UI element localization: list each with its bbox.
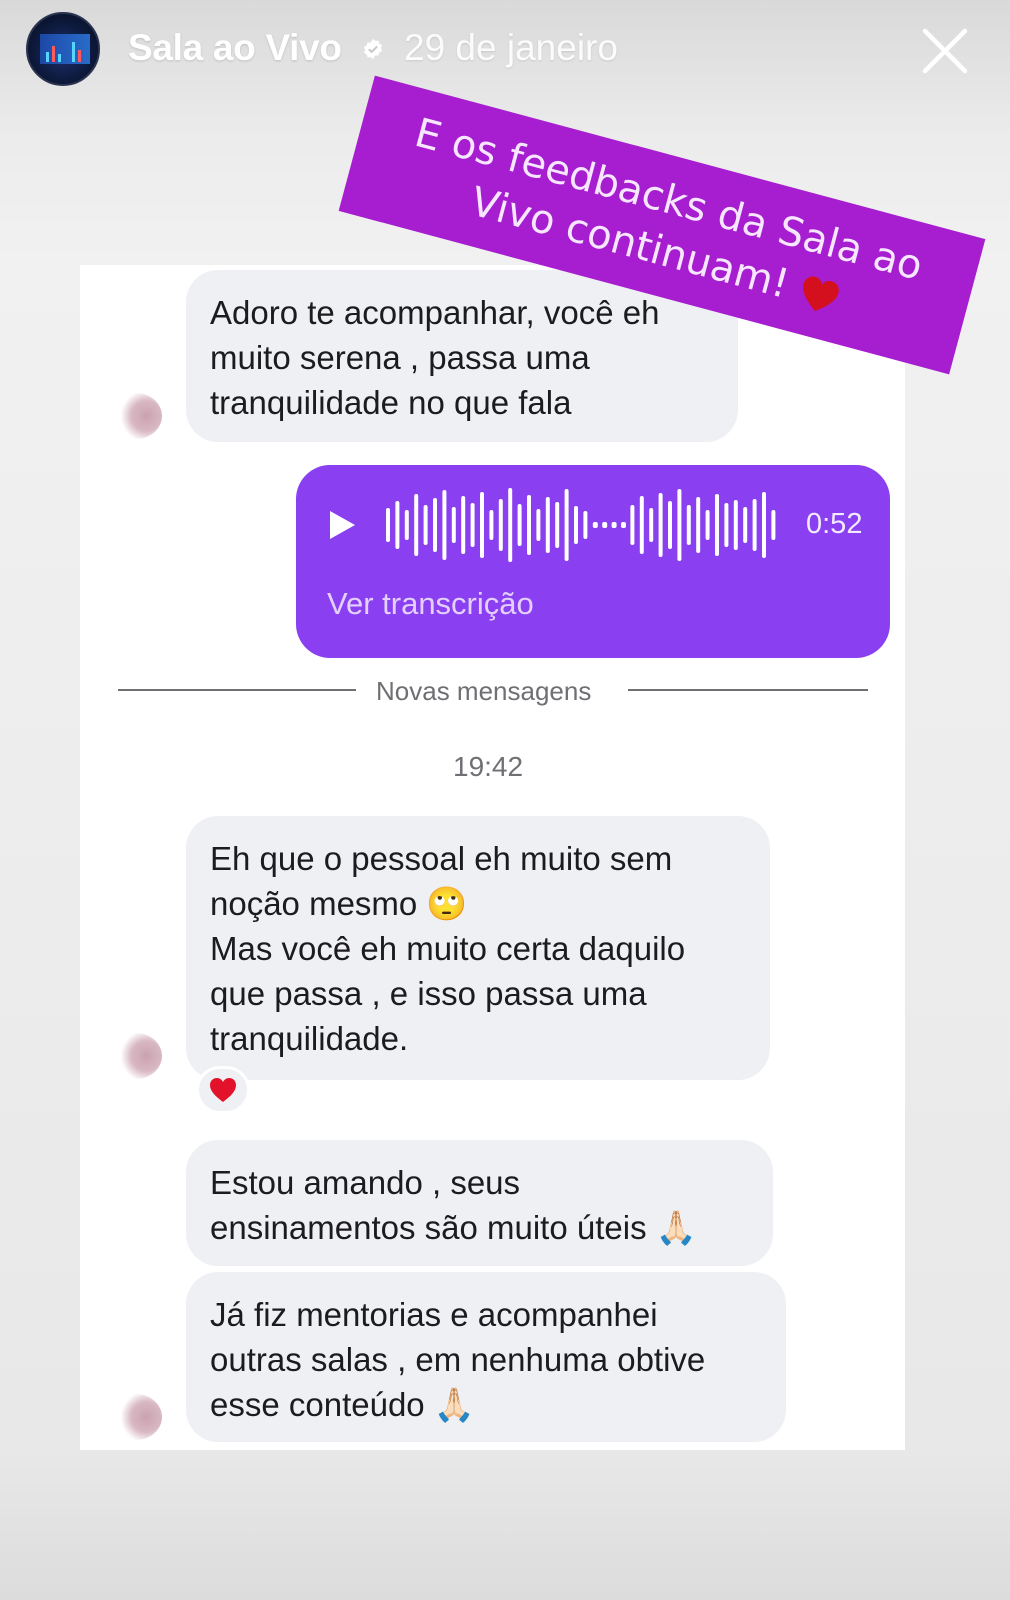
waveform-bar: [574, 506, 578, 544]
waveform-bar: [743, 507, 748, 543]
sender-avatar: [110, 1033, 162, 1079]
account-name[interactable]: Sala ao Vivo: [128, 27, 342, 69]
new-messages-label: Novas mensagens: [376, 676, 592, 706]
waveform-bar: [592, 522, 598, 528]
divider-left: [118, 689, 356, 691]
waveform-bar: [762, 492, 766, 558]
red-heart-icon: [210, 1078, 236, 1102]
waveform-bar: [386, 508, 390, 542]
waveform-bar: [555, 502, 560, 548]
audio-duration: 0:52: [806, 508, 863, 540]
waveform-bar: [686, 505, 691, 545]
waveform-bar: [508, 488, 513, 562]
waveform-bar: [461, 496, 466, 554]
waveform-bar: [395, 501, 400, 549]
waveform-bar: [489, 510, 494, 540]
red-heart-icon: [803, 276, 839, 312]
waveform-bar: [658, 493, 663, 557]
audio-waveform[interactable]: [384, 486, 788, 564]
waveform-bar: [527, 495, 531, 555]
waveform-bar: [705, 510, 710, 540]
message-bubble: Já fiz mentorias e acompanhei outras sal…: [186, 1272, 786, 1442]
waveform-bar: [611, 522, 617, 528]
waveform-bar: [498, 499, 503, 551]
waveform-bar: [536, 509, 541, 541]
waveform-bar: [480, 492, 484, 558]
post-date: 29 de janeiro: [404, 27, 618, 68]
profile-avatar[interactable]: [26, 12, 100, 86]
waveform-bar: [404, 510, 409, 540]
waveform-bar: [771, 510, 776, 540]
waveform-bar: [733, 500, 738, 550]
sender-avatar: [110, 393, 162, 439]
waveform-bar: [602, 522, 608, 528]
waveform-bar: [715, 494, 719, 556]
waveform-bar: [451, 507, 456, 543]
waveform-bar: [649, 508, 654, 542]
waveform-bar: [583, 511, 588, 539]
waveform-bar: [414, 494, 419, 556]
message-bubble: Estou amando , seus ensinamentos são mui…: [186, 1140, 773, 1266]
waveform-bar: [423, 505, 428, 545]
waveform-bar: [630, 505, 635, 545]
waveform-bar: [470, 503, 475, 547]
waveform-bar: [621, 522, 626, 528]
message-reaction[interactable]: [196, 1066, 250, 1114]
message-bubble: Eh que o pessoal eh muito sem noção mesm…: [186, 816, 770, 1080]
sender-avatar: [110, 1394, 162, 1440]
waveform-bar: [545, 497, 550, 553]
divider-right: [628, 689, 868, 691]
close-icon[interactable]: [920, 26, 970, 76]
view-transcription-link[interactable]: Ver transcrição: [327, 586, 534, 622]
waveform-bar: [639, 496, 644, 554]
waveform-bar: [668, 501, 672, 549]
waveform-bar: [433, 498, 437, 552]
message-timestamp: 19:42: [453, 751, 524, 782]
waveform-bar: [564, 489, 569, 561]
waveform-bar: [442, 490, 447, 560]
waveform-bar: [724, 503, 729, 547]
waveform-bar: [517, 504, 522, 546]
waveform-bar: [696, 497, 701, 553]
play-icon[interactable]: [326, 508, 358, 542]
waveform-bar: [752, 499, 757, 551]
waveform-bar: [677, 489, 682, 561]
verified-badge-icon: [363, 38, 383, 60]
